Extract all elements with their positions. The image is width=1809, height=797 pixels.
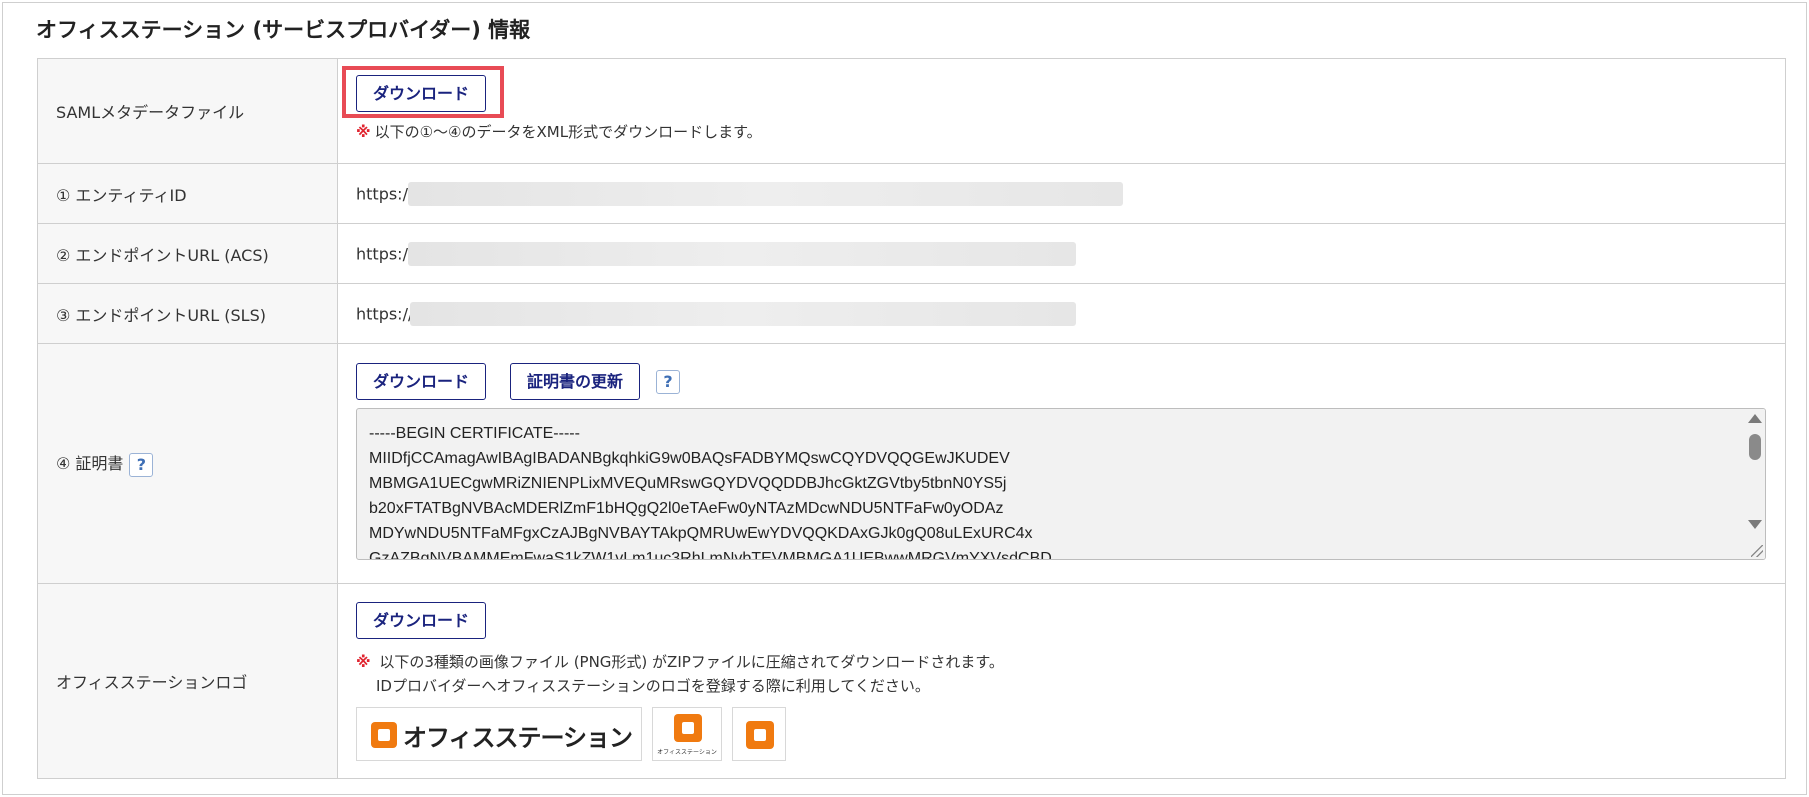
saml-note-text: 以下の①～④のデータをXML形式でダウンロードします。	[374, 123, 762, 141]
logo-icon-card	[732, 707, 786, 761]
logo-download-button[interactable]: ダウンロード	[356, 602, 487, 639]
row-value-sls: https://	[337, 283, 1786, 344]
logo-small-caption: オフィスステーション	[657, 749, 717, 756]
scrollbar[interactable]	[1745, 409, 1765, 559]
scroll-thumb[interactable]	[1749, 434, 1761, 460]
row-label-entity-id: ① エンティティID	[37, 163, 338, 224]
row-saml-metadata: SAMLメタデータファイル ダウンロード ※ 以下の①～④のデータをXML形式でダ…	[37, 58, 1786, 164]
row-certificate: ④ 証明書? ダウンロード 証明書の更新 ? -----BEGIN CERTIF…	[37, 343, 1786, 584]
row-logo: オフィスステーションロゴ ダウンロード ※ 以下の3種類の画像ファイル (PNG…	[37, 583, 1786, 779]
logo-mark-icon	[371, 722, 397, 748]
row-value-entity-id: https:/	[337, 163, 1786, 224]
scroll-down-icon[interactable]	[1748, 520, 1762, 529]
logo-mark-icon	[746, 721, 774, 749]
row-entity-id: ① エンティティID https:/	[37, 163, 1786, 224]
certificate-renew-button[interactable]: 証明書の更新	[510, 363, 641, 400]
logo-note-line1: 以下の3種類の画像ファイル (PNG形式) がZIPファイルに圧縮されてダウンロ…	[379, 653, 1004, 671]
row-endpoint-sls: ③ エンドポイントURL (SLS) https://	[37, 283, 1786, 344]
saml-note: ※ 以下の①～④のデータをXML形式でダウンロードします。	[356, 121, 762, 142]
row-label-saml: SAMLメタデータファイル	[37, 58, 338, 164]
row-value-certificate: ダウンロード 証明書の更新 ? -----BEGIN CERTIFICATE--…	[337, 343, 1786, 584]
saml-download-button[interactable]: ダウンロード	[356, 75, 487, 112]
redacted-value	[408, 241, 1076, 266]
row-value-logo: ダウンロード ※ 以下の3種類の画像ファイル (PNG形式) がZIPファイルに…	[337, 583, 1786, 779]
row-label-logo: オフィスステーションロゴ	[37, 583, 338, 779]
sls-value: https://	[356, 304, 414, 323]
certificate-download-button[interactable]: ダウンロード	[356, 363, 487, 400]
logo-note-line2: IDプロバイダーへオフィスステーションのロゴを登録する際に利用してください。	[376, 677, 930, 695]
certificate-label: ④ 証明書	[56, 454, 124, 474]
entity-id-value: https:/	[356, 184, 408, 203]
certificate-text: -----BEGIN CERTIFICATE----- MIIDfjCCAmag…	[369, 425, 1052, 560]
sp-info-table: SAMLメタデータファイル ダウンロード ※ 以下の①～④のデータをXML形式でダ…	[37, 58, 1786, 779]
help-icon[interactable]: ?	[129, 452, 154, 477]
section-title: オフィスステーション (サービスプロバイダー) 情報	[36, 18, 531, 42]
note-mark: ※	[356, 123, 371, 141]
row-endpoint-acs: ② エンドポイントURL (ACS) https:/	[37, 223, 1786, 284]
redacted-value	[410, 301, 1076, 326]
logo-note: ※ 以下の3種類の画像ファイル (PNG形式) がZIPファイルに圧縮されてダウ…	[356, 650, 1004, 698]
resize-grip-icon[interactable]	[1751, 545, 1763, 557]
redacted-value	[408, 181, 1123, 206]
logo-wordmark: オフィスステーション	[403, 724, 633, 752]
row-value-acs: https:/	[337, 223, 1786, 284]
logo-wordmark-card: オフィスステーション	[356, 707, 642, 761]
row-label-certificate: ④ 証明書?	[37, 343, 338, 584]
logo-mark-icon	[674, 714, 702, 742]
row-value-saml: ダウンロード ※ 以下の①～④のデータをXML形式でダウンロードします。	[337, 58, 1786, 164]
certificate-textarea[interactable]: -----BEGIN CERTIFICATE----- MIIDfjCCAmag…	[356, 408, 1766, 560]
row-label-sls: ③ エンドポイントURL (SLS)	[37, 283, 338, 344]
help-icon[interactable]: ?	[656, 370, 680, 394]
scroll-up-icon[interactable]	[1748, 414, 1762, 423]
logo-square-card: オフィスステーション	[652, 707, 722, 761]
note-mark: ※	[356, 653, 371, 671]
acs-value: https:/	[356, 244, 408, 263]
row-label-acs: ② エンドポイントURL (ACS)	[37, 223, 338, 284]
